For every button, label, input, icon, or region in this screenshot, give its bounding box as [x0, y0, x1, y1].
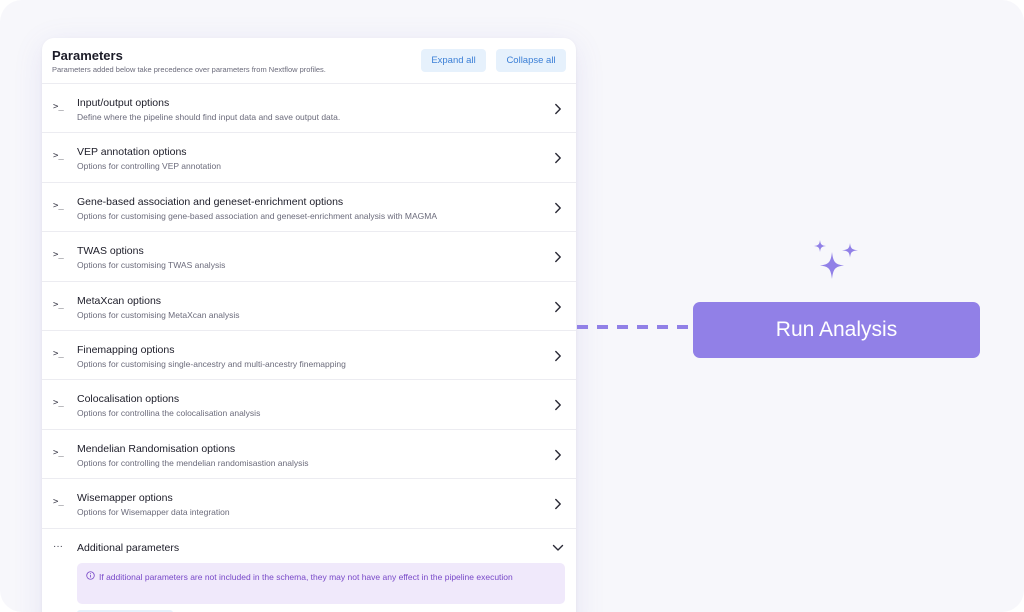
connector-dashed-line	[577, 325, 693, 329]
chevron-right-icon	[555, 301, 561, 312]
section-description: Options for controlling the mendelian ra…	[77, 457, 309, 468]
section-title: Mendelian Randomisation options	[77, 442, 236, 455]
terminal-prompt-icon: >_	[53, 299, 64, 310]
section-description: Define where the pipeline should find in…	[77, 112, 341, 122]
notice-text: If additional parameters are not include…	[99, 572, 513, 582]
terminal-prompt-icon: >_	[53, 200, 64, 211]
sparkles-icon	[814, 240, 858, 279]
terminal-prompt-icon: >_	[53, 250, 64, 261]
section-row[interactable]: >_ Mendelian Randomisation options Options…	[42, 430, 576, 480]
section-row[interactable]: >_ Finemapping options Options for customi…	[42, 331, 576, 381]
chevron-down-icon	[552, 544, 564, 551]
chevron-right-icon	[555, 103, 561, 115]
info-icon	[86, 571, 95, 580]
panel-header: Parameters Parameters added below take p…	[42, 38, 576, 84]
chevron-right-icon	[555, 350, 561, 362]
additional-parameters-notice: If additional parameters are not include…	[77, 563, 565, 604]
panel-subtitle: Parameters added below take precedence o…	[52, 65, 326, 74]
section-row[interactable]: >_ Colocalisation options Options for cont…	[42, 380, 576, 430]
section-description: Options for controlling VEP annotation	[77, 161, 221, 172]
section-list: >_ Input/output options Define where the p…	[42, 84, 576, 529]
chevron-right-icon	[555, 251, 561, 263]
chevron-right-icon	[555, 449, 561, 460]
section-title: Finemapping options	[77, 343, 175, 356]
section-row[interactable]: >_ VEP annotation options Options for cont…	[42, 133, 576, 183]
section-description: Options for customising TWAS analysis	[77, 260, 226, 271]
section-title: MetaXcan options	[77, 294, 162, 307]
section-row[interactable]: >_ Input/output options Define where the p…	[42, 84, 576, 134]
ellipsis-icon: ···	[53, 540, 63, 552]
expand-all-button[interactable]: Expand all	[421, 49, 486, 72]
section-title: VEP annotation options	[77, 146, 187, 159]
collapse-all-button[interactable]: Collapse all	[496, 49, 566, 72]
chevron-right-icon	[555, 202, 561, 213]
canvas-background: Parameters Parameters added below take p…	[0, 0, 1024, 612]
section-row[interactable]: >_ TWAS options Options for customising TW…	[42, 232, 576, 282]
chevron-right-icon	[555, 400, 561, 411]
section-row[interactable]: >_ Gene-based association and geneset-enr…	[42, 183, 576, 233]
section-description: Options for controllina the colocalisati…	[77, 408, 261, 419]
section-description: Options for customising single-ancestry …	[77, 358, 346, 369]
run-analysis-button[interactable]: Run Analysis	[693, 302, 980, 358]
section-row[interactable]: >_ MetaXcan options Options for customisin…	[42, 282, 576, 331]
chevron-right-icon	[555, 498, 561, 510]
terminal-prompt-icon: >_	[53, 348, 64, 359]
terminal-prompt-icon: >_	[53, 447, 64, 458]
terminal-prompt-icon: >_	[53, 102, 64, 112]
panel-title: Parameters	[52, 48, 123, 63]
section-description: Options for customising gene-based assoc…	[77, 210, 438, 221]
terminal-prompt-icon: >_	[53, 497, 64, 508]
section-row[interactable]: >_ Wisemapper options Options for Wisemapp…	[42, 479, 576, 529]
terminal-prompt-icon: >_	[53, 398, 64, 409]
section-title: Input/output options	[77, 97, 170, 109]
section-title: TWAS options	[77, 245, 144, 258]
section-title: Gene-based association and geneset-enric…	[77, 195, 344, 208]
section-title: Wisemapper options	[77, 492, 173, 505]
parameters-panel: Parameters Parameters added below take p…	[42, 38, 576, 612]
section-description: Options for customising MetaXcan analysi…	[77, 309, 240, 320]
section-title: Colocalisation options	[77, 393, 180, 406]
section-description: Options for Wisemapper data integration	[77, 507, 230, 518]
terminal-prompt-icon: >_	[53, 151, 64, 162]
additional-parameters-title: Additional parameters	[77, 541, 180, 554]
additional-parameters-row[interactable]: ··· Additional parameters	[42, 529, 576, 567]
chevron-right-icon	[555, 153, 561, 164]
